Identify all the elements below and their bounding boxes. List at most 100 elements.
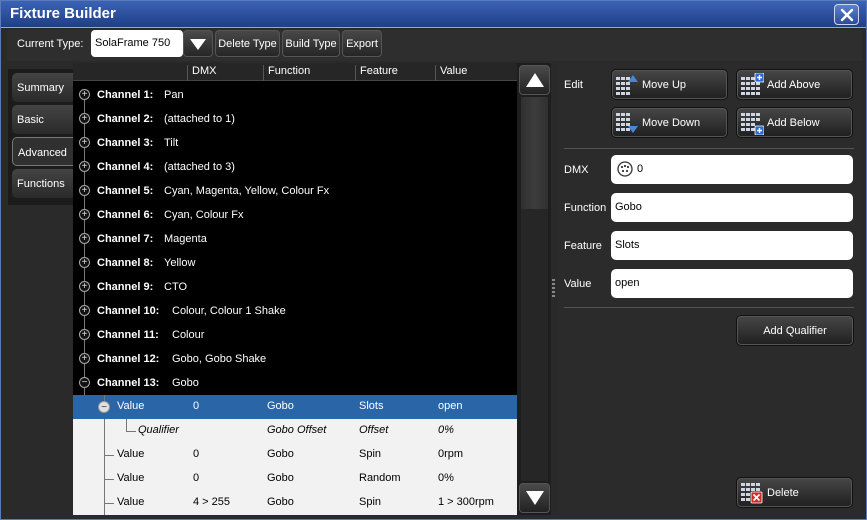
channel-value: (attached to 3) <box>164 161 235 173</box>
channel-row[interactable]: + Channel 6: Cyan, Colour Fx <box>73 203 517 227</box>
delete-type-button[interactable]: Delete Type <box>215 30 280 57</box>
tab-summary[interactable]: Summary <box>12 73 73 102</box>
expand-icon[interactable]: + <box>79 353 90 364</box>
add-below-button[interactable]: Add Below <box>736 107 853 138</box>
channel-name: Channel 7: <box>97 233 154 245</box>
header-function[interactable]: Function <box>263 65 355 81</box>
list-scrollbar[interactable] <box>517 63 551 515</box>
move-down-button[interactable]: Move Down <box>611 107 728 138</box>
divider <box>564 148 854 149</box>
value-row[interactable]: Value 0 Gobo Random 0% <box>73 467 517 491</box>
channel-row[interactable]: + Channel 10: Colour, Colour 1 Shake <box>73 299 517 323</box>
tab-basic[interactable]: Basic <box>12 105 73 134</box>
row-type: Value <box>117 400 145 412</box>
toolbar: Current Type: SolaFrame 750 Delete Type … <box>7 30 862 61</box>
expand-icon[interactable]: + <box>79 161 90 172</box>
row-dmx: 0 <box>193 400 200 412</box>
feature-field[interactable]: Slots <box>611 231 853 260</box>
function-field[interactable]: Gobo <box>611 193 853 222</box>
row-feature: Spin <box>359 448 382 460</box>
channel-row[interactable]: + Channel 2: (attached to 1) <box>73 107 517 131</box>
expand-icon[interactable]: + <box>79 257 90 268</box>
expand-icon[interactable]: + <box>79 137 90 148</box>
row-value: 1 > 300rpm <box>438 496 494 508</box>
row-type: Qualifier <box>138 424 179 436</box>
delete-button[interactable]: Delete <box>736 477 853 508</box>
channel-value: Magenta <box>164 233 207 245</box>
add-below-label: Add Below <box>767 117 820 129</box>
scroll-down-button[interactable] <box>519 483 550 513</box>
close-icon <box>840 8 853 21</box>
add-qualifier-button[interactable]: Add Qualifier <box>736 315 854 346</box>
export-button[interactable]: Export <box>342 30 382 57</box>
channel-list: DMX Function Feature Value + Channel 1: Pa… <box>73 63 517 515</box>
channel-name: Channel 4: <box>97 161 154 173</box>
channel-name: Channel 8: <box>97 257 154 269</box>
scroll-down-icon <box>525 491 544 505</box>
expand-icon[interactable]: + <box>79 185 90 196</box>
expand-icon[interactable]: + <box>79 281 90 292</box>
channel-value: Gobo, Gobo Shake <box>172 353 267 365</box>
window-title: Fixture Builder <box>10 5 116 22</box>
header-dmx[interactable]: DMX <box>187 65 263 81</box>
channel-row[interactable]: + Channel 3: Tilt <box>73 131 517 155</box>
channel-row[interactable]: + Channel 1: Pan <box>73 83 517 107</box>
channel-row[interactable]: + Channel 5: Cyan, Magenta, Yellow, Colour… <box>73 179 517 203</box>
channel-row[interactable]: + Channel 12: Gobo, Gobo Shake <box>73 347 517 371</box>
row-feature: Random <box>359 472 401 484</box>
channel-value: Cyan, Colour Fx <box>164 209 244 221</box>
expand-icon[interactable]: + <box>79 89 90 100</box>
move-down-icon <box>616 113 638 133</box>
collapse-icon[interactable]: − <box>98 401 110 413</box>
expand-icon[interactable]: + <box>79 113 90 124</box>
channel-value: Colour <box>172 329 205 341</box>
build-type-button[interactable]: Build Type <box>282 30 340 57</box>
channel-name: Channel 10: <box>97 305 160 317</box>
tab-functions[interactable]: Functions <box>12 169 73 198</box>
type-dropdown-button[interactable] <box>183 30 213 57</box>
move-up-button[interactable]: Move Up <box>611 69 728 100</box>
value-field[interactable]: open <box>611 269 853 298</box>
scroll-thumb[interactable] <box>521 97 548 209</box>
channel-row[interactable]: − Channel 13: Gobo <box>73 371 517 395</box>
channel-value: Pan <box>164 89 184 101</box>
edit-label: Edit <box>564 79 583 91</box>
add-above-icon <box>741 73 764 95</box>
header-value[interactable]: Value <box>435 65 517 81</box>
channel-row[interactable]: + Channel 8: Yellow <box>73 251 517 275</box>
add-below-icon <box>741 113 764 135</box>
channel-name: Channel 3: <box>97 137 154 149</box>
header-feature[interactable]: Feature <box>355 65 435 81</box>
channel-row[interactable]: + Channel 7: Magenta <box>73 227 517 251</box>
channel-row[interactable]: + Channel 9: CTO <box>73 275 517 299</box>
channel-name: Channel 6: <box>97 209 154 221</box>
expand-icon[interactable]: + <box>79 233 90 244</box>
channel-value: Cyan, Magenta, Yellow, Colour Fx <box>164 185 330 197</box>
tab-advanced[interactable]: Advanced <box>12 137 73 166</box>
dmx-value: 0 <box>637 163 644 175</box>
qualifier-row[interactable]: Qualifier Gobo Offset Offset 0% <box>73 419 517 443</box>
collapse-icon[interactable]: − <box>79 377 90 388</box>
add-above-button[interactable]: Add Above <box>736 69 853 100</box>
delete-label: Delete <box>767 487 799 499</box>
scroll-up-icon <box>525 73 544 87</box>
expand-icon[interactable]: + <box>79 305 90 316</box>
channel-row[interactable]: + Channel 11: Colour <box>73 323 517 347</box>
row-function: Gobo Offset <box>267 424 327 436</box>
value-row[interactable]: Value 0 Gobo Spin 0rpm <box>73 443 517 467</box>
fixture-builder-window: Fixture Builder Current Type: SolaFrame … <box>0 0 867 520</box>
channel-row[interactable]: + Channel 4: (attached to 3) <box>73 155 517 179</box>
scroll-up-button[interactable] <box>519 65 550 95</box>
expand-icon[interactable]: + <box>79 329 90 340</box>
close-button[interactable] <box>834 4 859 25</box>
value-row[interactable]: Value 4 > 255 Gobo Spin 1 > 300rpm <box>73 491 517 515</box>
row-dmx: 0 <box>193 472 200 484</box>
value-row-selected[interactable]: − Value 0 Gobo Slots open <box>73 395 517 419</box>
splitter-handle[interactable] <box>552 279 555 299</box>
current-type-field[interactable]: SolaFrame 750 <box>91 30 183 57</box>
list-header: DMX Function Feature Value <box>73 63 517 81</box>
dmx-field[interactable]: 0 <box>611 155 853 184</box>
list-rows: + Channel 1: Pan + Channel 2: (attached to 1… <box>73 83 517 515</box>
expand-icon[interactable]: + <box>79 209 90 220</box>
row-function: Gobo <box>267 496 294 508</box>
